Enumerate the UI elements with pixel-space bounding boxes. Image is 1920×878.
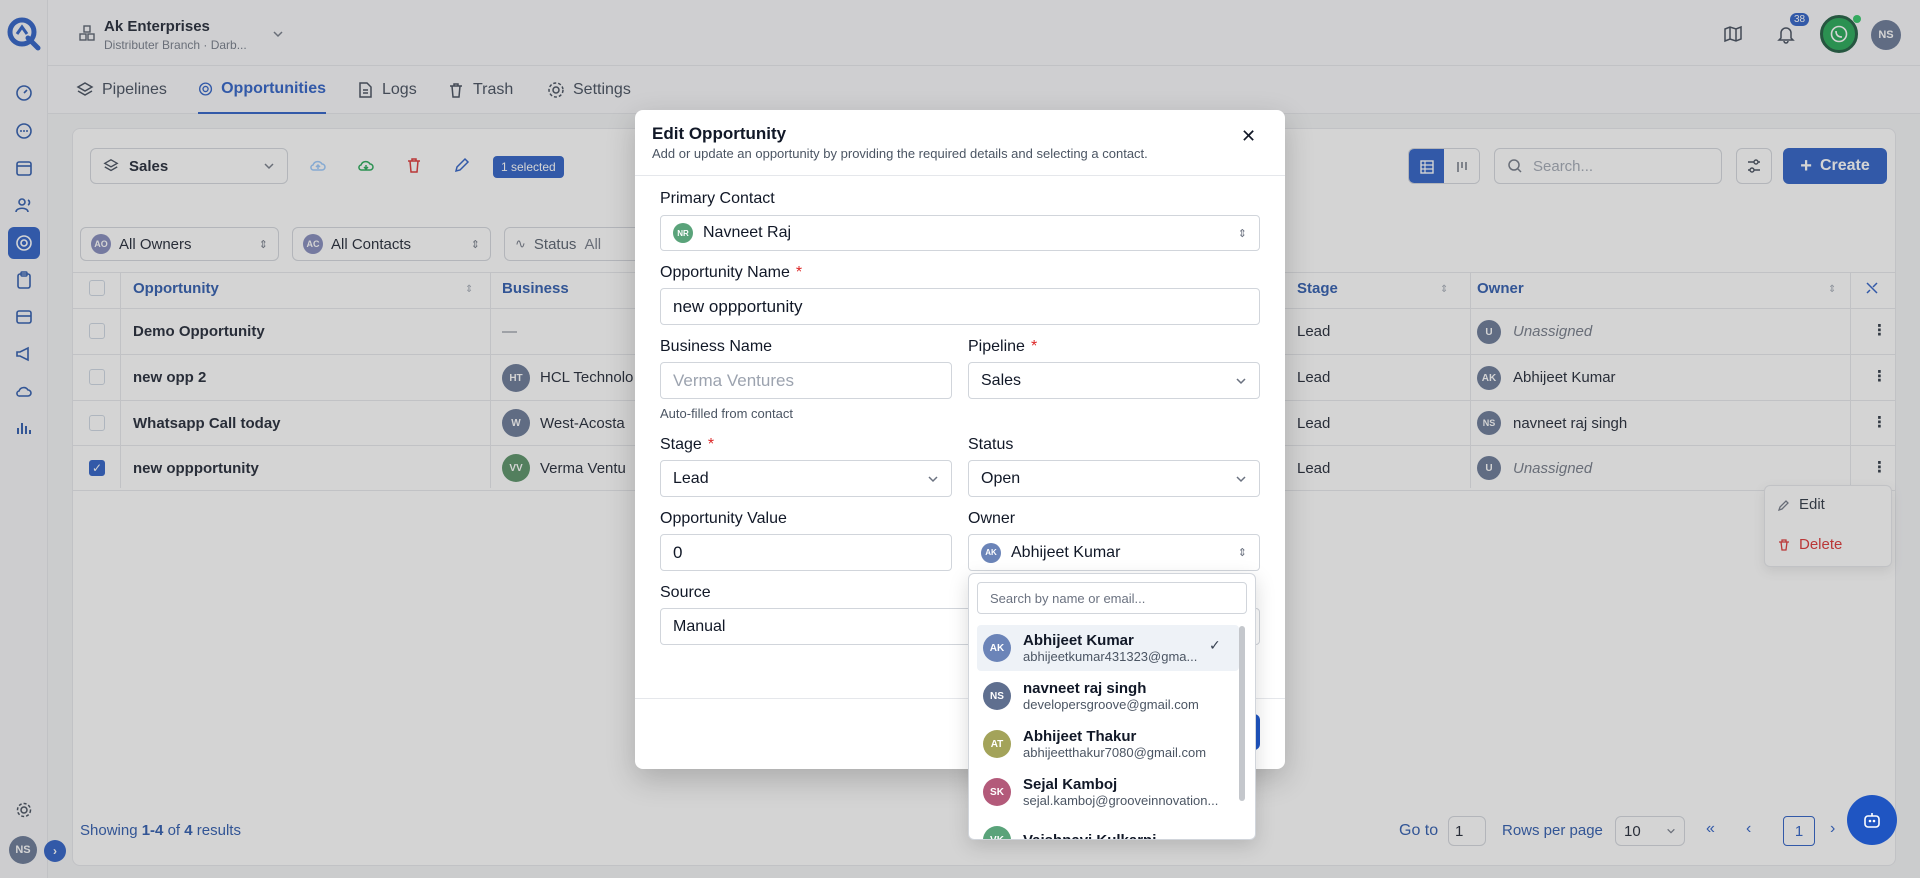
status-label: Status [968, 436, 1014, 453]
owner-option-name: Abhijeet Thakur [1023, 728, 1137, 745]
owner-value: Abhijeet Kumar [1011, 543, 1121, 561]
source-label: Source [660, 584, 711, 601]
chatbot-icon[interactable] [1847, 795, 1897, 845]
required-mark: * [707, 436, 715, 453]
primary-contact-value: Navneet Raj [703, 224, 792, 241]
owner-option-email: developersgroove@gmail.com [1023, 697, 1199, 712]
owner-option-name: Abhijeet Kumar [1023, 632, 1134, 649]
owner-option-email: abhijeetkumar431323@gma... [1023, 649, 1198, 664]
chevron-down-icon [928, 475, 938, 482]
opportunity-name-value: new oppportunity [673, 296, 803, 316]
updown-chevron-icon: ⇕ [1237, 547, 1247, 559]
opportunity-name-input[interactable]: new oppportunity [660, 288, 1260, 325]
owner-option-avatar: AK [983, 634, 1011, 662]
owner-option-email: abhijeetthakur7080@gmail.com [1023, 745, 1207, 760]
pipeline-value: Sales [981, 371, 1022, 389]
owner-option[interactable]: SK Sejal Kamboj sejal.kamboj@grooveinnov… [977, 769, 1239, 815]
opportunity-value: 0 [673, 542, 683, 562]
required-mark: * [795, 264, 803, 281]
primary-contact-label: Primary Contact [660, 190, 775, 207]
pipeline-select[interactable]: Sales [968, 362, 1260, 399]
source-value: Manual [673, 617, 726, 635]
owner-option-avatar: NS [983, 682, 1011, 710]
owner-avatar: AK [981, 542, 1001, 563]
opportunity-value-label: Opportunity Value [660, 510, 787, 527]
owner-label: Owner [968, 510, 1016, 527]
opportunity-value-input[interactable]: 0 [660, 534, 952, 571]
owner-option[interactable]: VK Vaishnavi Kulkarni [977, 817, 1239, 840]
opportunity-name-label-text: Opportunity Name [660, 264, 790, 281]
stage-label-text: Stage [660, 436, 702, 453]
stage-label: Stage * [660, 436, 714, 454]
owner-option[interactable]: NS navneet raj singh developersgroove@gm… [977, 673, 1239, 719]
owner-option-name: Vaishnavi Kulkarni [1023, 831, 1157, 840]
close-icon[interactable]: ✕ [1241, 126, 1256, 147]
owner-search-placeholder: Search by name or email... [990, 590, 1146, 606]
owner-option-name: navneet raj singh [1023, 680, 1147, 697]
primary-contact-avatar: NR [673, 223, 693, 243]
modal-header-divider [635, 175, 1285, 176]
modal-subtitle: Add or update an opportunity by providin… [652, 146, 1148, 161]
owner-search-input[interactable]: Search by name or email... [977, 582, 1247, 614]
pipeline-label: Pipeline * [968, 338, 1037, 356]
updown-chevron-icon: ⇕ [1237, 227, 1247, 240]
chevron-down-icon [1236, 377, 1246, 384]
owner-option[interactable]: AK Abhijeet Kumar abhijeetkumar431323@gm… [977, 625, 1239, 671]
owner-select[interactable]: AK Abhijeet Kumar ⇕ [968, 534, 1260, 571]
status-select[interactable]: Open [968, 460, 1260, 497]
primary-contact-select[interactable]: NR Navneet Raj ⇕ [660, 215, 1260, 251]
owner-option[interactable]: AT Abhijeet Thakur abhijeetthakur7080@gm… [977, 721, 1239, 767]
chevron-down-icon [1236, 475, 1246, 482]
business-name-input[interactable]: Verma Ventures [660, 362, 952, 399]
owner-option-avatar: AT [983, 730, 1011, 758]
status-value: Open [981, 469, 1021, 487]
business-name-hint: Auto-filled from contact [660, 406, 793, 421]
owner-option-email: sejal.kamboj@grooveinnovation... [1023, 793, 1219, 808]
modal-title: Edit Opportunity [652, 124, 787, 143]
owner-option-avatar: VK [983, 826, 1011, 839]
owner-option-avatar: SK [983, 778, 1011, 806]
owner-option-name: Sejal Kamboj [1023, 776, 1118, 793]
check-icon: ✓ [1209, 637, 1221, 653]
stage-select[interactable]: Lead [660, 460, 952, 497]
required-mark: * [1030, 338, 1038, 355]
stage-value: Lead [673, 469, 709, 487]
pipeline-label-text: Pipeline [968, 338, 1025, 355]
business-name-label: Business Name [660, 338, 773, 355]
opportunity-name-label: Opportunity Name * [660, 264, 802, 282]
owner-dropdown: Search by name or email... AK Abhijeet K… [968, 573, 1256, 840]
business-name-placeholder: Verma Ventures [673, 370, 794, 390]
dropdown-scrollbar[interactable] [1239, 626, 1245, 801]
